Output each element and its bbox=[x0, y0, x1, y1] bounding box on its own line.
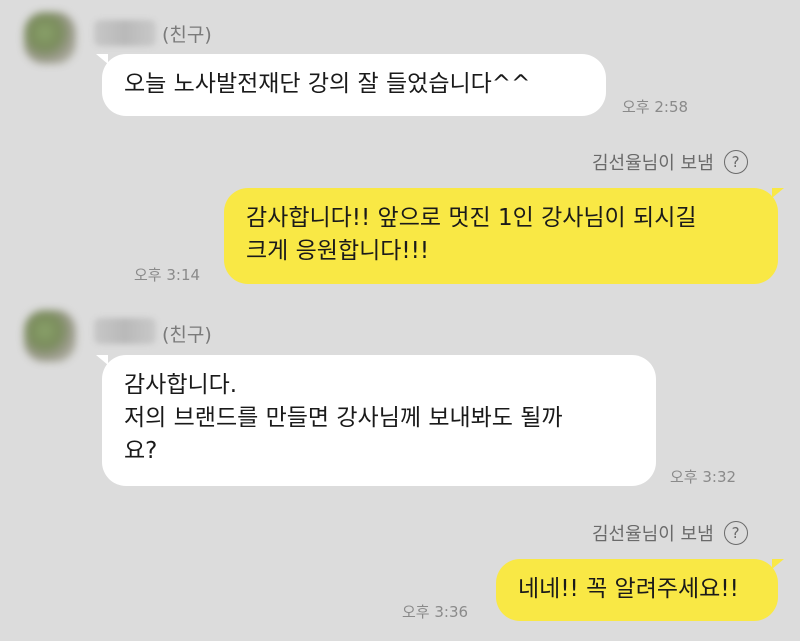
message-timestamp: 오후 3:36 bbox=[402, 603, 469, 621]
received-message-bubble[interactable]: 오늘 노사발전재단 강의 잘 들었습니다^^ bbox=[102, 54, 606, 116]
sent-by-text: 김선율님이 보냄 bbox=[592, 153, 714, 174]
message-timestamp: 오후 3:32 bbox=[670, 468, 737, 486]
sent-by-text: 김선율님이 보냄 bbox=[592, 524, 714, 545]
message-text-line: 요? bbox=[124, 438, 158, 464]
friend-tag: (친구) bbox=[162, 324, 212, 346]
friend-tag: (친구) bbox=[162, 24, 212, 46]
sent-by-label: 김선율님이 보냄 ? bbox=[592, 520, 748, 546]
friend-avatar[interactable] bbox=[24, 310, 76, 362]
sent-message-bubble[interactable]: 감사합니다!! 앞으로 멋진 1인 강사님이 되시길 크게 응원합니다!!! bbox=[224, 188, 778, 284]
received-message-bubble[interactable]: 감사합니다. 저의 브랜드를 만들면 강사님께 보내봐도 될까 요? bbox=[102, 355, 656, 486]
message-text-line: 감사합니다. bbox=[124, 372, 238, 398]
friend-name-blurred bbox=[94, 20, 156, 46]
bubble-tail bbox=[772, 188, 784, 198]
message-text: 오늘 노사발전재단 강의 잘 들었습니다^^ bbox=[124, 71, 531, 97]
help-icon[interactable]: ? bbox=[723, 150, 748, 174]
message-text-line: 감사합니다!! 앞으로 멋진 1인 강사님이 되시길 bbox=[246, 205, 697, 231]
message-timestamp: 오후 2:58 bbox=[622, 98, 689, 116]
friend-avatar[interactable] bbox=[24, 12, 76, 64]
sent-by-label: 김선율님이 보냄 ? bbox=[592, 149, 748, 175]
sent-message-bubble[interactable]: 네네!! 꼭 알려주세요!! bbox=[496, 559, 778, 621]
message-text-line: 크게 응원합니다!!! bbox=[246, 238, 430, 264]
bubble-tail bbox=[772, 559, 784, 569]
message-text: 네네!! 꼭 알려주세요!! bbox=[518, 576, 739, 602]
help-icon[interactable]: ? bbox=[723, 521, 748, 545]
friend-name-blurred bbox=[94, 318, 156, 344]
message-timestamp: 오후 3:14 bbox=[134, 266, 201, 284]
message-text-line: 저의 브랜드를 만들면 강사님께 보내봐도 될까 bbox=[124, 405, 563, 431]
